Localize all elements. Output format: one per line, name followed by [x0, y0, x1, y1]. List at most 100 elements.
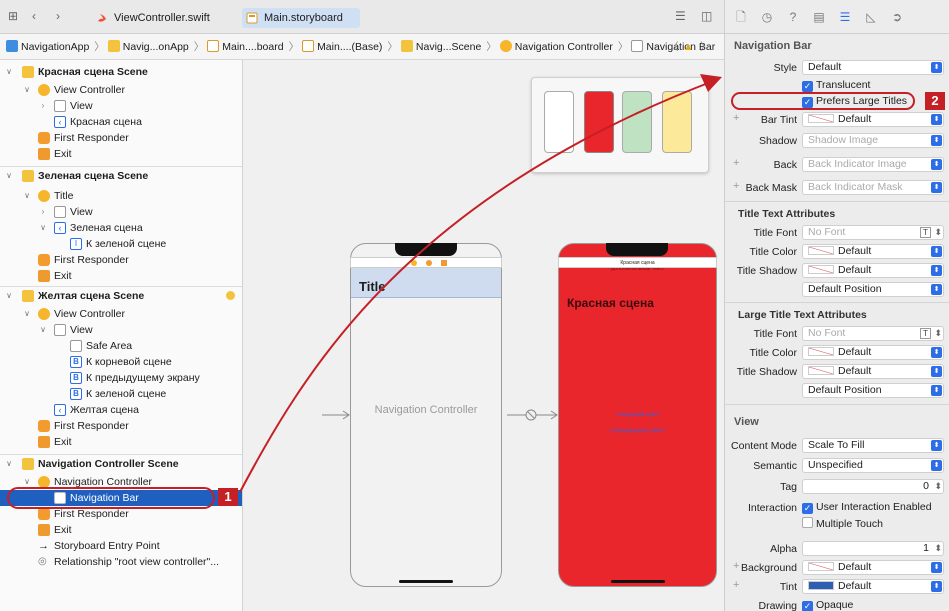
- outline-item[interactable]: ◎ Relationship "root view controller"...: [0, 554, 242, 570]
- stepper-icon[interactable]: ⬍: [934, 226, 942, 239]
- scene-green[interactable]: ∨ Зеленая сцена Scene: [0, 168, 242, 184]
- outline-item[interactable]: Exit: [0, 522, 242, 538]
- outline-item[interactable]: Safe Area: [0, 338, 242, 354]
- title-color-popup[interactable]: Default ⬍: [802, 244, 944, 259]
- chevron-down-icon[interactable]: ∨: [22, 306, 32, 322]
- chevron-right-icon[interactable]: ›: [38, 204, 48, 220]
- outline-item[interactable]: B К зеленой сцене: [0, 386, 242, 402]
- file-inspector-icon[interactable]: 🗋: [733, 9, 749, 25]
- red-scene[interactable]: Дополнительный текст Красная сцена Следу…: [558, 243, 717, 587]
- outline-label: К предыдущему экрану: [86, 372, 200, 384]
- forward-arrow-icon[interactable]: ›: [56, 9, 60, 23]
- prev-issue-icon[interactable]: 〈: [668, 34, 679, 59]
- outline-item[interactable]: First Responder: [0, 130, 242, 146]
- chevron-down-icon[interactable]: ∨: [4, 168, 14, 184]
- size-inspector-icon[interactable]: ◺: [863, 9, 879, 25]
- tag-field[interactable]: 0 ⬍: [802, 479, 944, 494]
- red-back-button[interactable]: К предыдущему экрану: [559, 428, 716, 434]
- outline-item[interactable]: First Responder: [0, 418, 242, 434]
- font-picker-icon[interactable]: T: [920, 328, 931, 339]
- alpha-field[interactable]: 1 ⬍: [802, 541, 944, 556]
- outline-item[interactable]: ∨ View Controller: [0, 82, 242, 98]
- attributes-inspector-icon[interactable]: ☰: [837, 9, 853, 25]
- canvas-minimap[interactable]: [531, 77, 709, 173]
- style-popup[interactable]: Default ⬍: [802, 60, 944, 75]
- history-inspector-icon[interactable]: ◷: [759, 9, 775, 25]
- title-shadow-position-popup[interactable]: Default Position ⬍: [802, 282, 944, 297]
- outline-item[interactable]: B К предыдущему экрану: [0, 370, 242, 386]
- identity-inspector-icon[interactable]: ▤: [811, 9, 827, 25]
- back-indicator-combo[interactable]: Back Indicator Image ⬍: [802, 157, 944, 172]
- chevron-down-icon[interactable]: ∨: [38, 322, 48, 338]
- scene-navigation-controller[interactable]: ∨ Navigation Controller Scene: [0, 456, 242, 472]
- shadow-image-combo[interactable]: Shadow Image ⬍: [802, 133, 944, 148]
- large-title-color-popup[interactable]: Default ⬍: [802, 345, 944, 360]
- outline-item[interactable]: I К зеленой сцене: [0, 236, 242, 252]
- connections-inspector-icon[interactable]: ➲: [889, 9, 905, 25]
- scene-yellow[interactable]: ∨ Желтая сцена Scene: [0, 288, 242, 304]
- next-issue-icon[interactable]: 〉: [700, 34, 711, 59]
- red-scene-toolbar[interactable]: Красная сцена: [558, 257, 717, 268]
- chevron-down-icon[interactable]: ∨: [4, 64, 14, 80]
- prefers-large-titles-checkbox[interactable]: ✓ Prefers Large Titles: [802, 95, 907, 108]
- tab-viewcontroller-swift[interactable]: ViewController.swift: [92, 8, 222, 28]
- chevron-down-icon[interactable]: ∨: [22, 82, 32, 98]
- breadcrumb-item-scene[interactable]: Navig...Scene: [400, 34, 481, 59]
- tint-popup[interactable]: Default ⬍: [802, 579, 944, 594]
- nav-controller-scene[interactable]: Title Navigation Controller: [350, 243, 502, 587]
- split-editor-icon[interactable]: ◫: [701, 9, 712, 23]
- breadcrumb-item-base[interactable]: Main....(Base): [302, 34, 382, 59]
- large-title-font-field[interactable]: No Font T ⬍: [802, 326, 944, 341]
- chevron-right-icon[interactable]: ›: [38, 98, 48, 114]
- chevron-down-icon[interactable]: ∨: [38, 220, 48, 236]
- breadcrumb-item-project[interactable]: NavigationApp: [6, 34, 89, 59]
- large-title-shadow-position-popup[interactable]: Default Position ⬍: [802, 383, 944, 398]
- back-arrow-icon[interactable]: ‹: [32, 9, 36, 23]
- back-mask-combo[interactable]: Back Indicator Mask ⬍: [802, 180, 944, 195]
- title-font-field[interactable]: No Font T ⬍: [802, 225, 944, 240]
- breadcrumb-item-nav-controller[interactable]: Navigation Controller: [499, 34, 613, 59]
- nav-scene-toolbar[interactable]: [350, 257, 502, 268]
- translucent-checkbox[interactable]: ✓ Translucent: [802, 79, 870, 92]
- red-next-button[interactable]: Следующий экран: [559, 412, 716, 418]
- scene-red[interactable]: ∨ Красная сцена Scene: [0, 64, 242, 80]
- multiple-touch-checkbox[interactable]: Multiple Touch: [802, 517, 883, 530]
- lines-icon[interactable]: ☰: [675, 9, 686, 23]
- opaque-checkbox[interactable]: ✓ Opaque: [802, 599, 853, 611]
- storyboard-canvas[interactable]: Title Navigation Controller Красная сцен…: [243, 60, 724, 611]
- title-shadow-popup[interactable]: Default ⬍: [802, 263, 944, 278]
- chevron-down-icon[interactable]: ∨: [4, 288, 14, 304]
- outline-item[interactable]: ∨ ‹ Зеленая сцена: [0, 220, 242, 236]
- stepper-icon[interactable]: ⬍: [934, 327, 942, 340]
- outline-item[interactable]: Exit: [0, 146, 242, 162]
- outline-item[interactable]: ∨ Title: [0, 188, 242, 204]
- outline-item[interactable]: → Storyboard Entry Point: [0, 538, 242, 554]
- outline-item[interactable]: ∨ View Controller: [0, 306, 242, 322]
- outline-item[interactable]: ∨ View: [0, 322, 242, 338]
- outline-item[interactable]: B К корневой сцене: [0, 354, 242, 370]
- large-title-shadow-popup[interactable]: Default ⬍: [802, 364, 944, 379]
- grid-icon[interactable]: ⊞: [8, 9, 18, 23]
- content-mode-popup[interactable]: Scale To Fill ⬍: [802, 438, 944, 453]
- background-popup[interactable]: Default ⬍: [802, 560, 944, 575]
- tab-main-storyboard[interactable]: Main.storyboard: [242, 8, 360, 28]
- chevron-down-icon[interactable]: ∨: [4, 456, 14, 472]
- outline-item[interactable]: › View: [0, 204, 242, 220]
- outline-item[interactable]: ‹ Красная сцена: [0, 114, 242, 130]
- outline-item[interactable]: First Responder: [0, 252, 242, 268]
- warning-icon[interactable]: ▲: [683, 34, 693, 59]
- outline-item[interactable]: › View: [0, 98, 242, 114]
- breadcrumb-item-folder[interactable]: Navig...onApp: [107, 34, 189, 59]
- stepper-icon[interactable]: ⬍: [934, 542, 942, 555]
- outline-item[interactable]: Exit: [0, 268, 242, 284]
- bar-tint-popup[interactable]: Default ⬍: [802, 112, 944, 127]
- semantic-popup[interactable]: Unspecified ⬍: [802, 458, 944, 473]
- chevron-down-icon[interactable]: ∨: [22, 188, 32, 204]
- help-inspector-icon[interactable]: ?: [785, 9, 801, 25]
- outline-item[interactable]: Exit: [0, 434, 242, 450]
- font-picker-icon[interactable]: T: [920, 227, 931, 238]
- breadcrumb-item-storyboard[interactable]: Main....board: [207, 34, 284, 59]
- user-interaction-checkbox[interactable]: ✓ User Interaction Enabled: [802, 501, 932, 514]
- stepper-icon[interactable]: ⬍: [934, 480, 942, 493]
- outline-item[interactable]: ‹ Желтая сцена: [0, 402, 242, 418]
